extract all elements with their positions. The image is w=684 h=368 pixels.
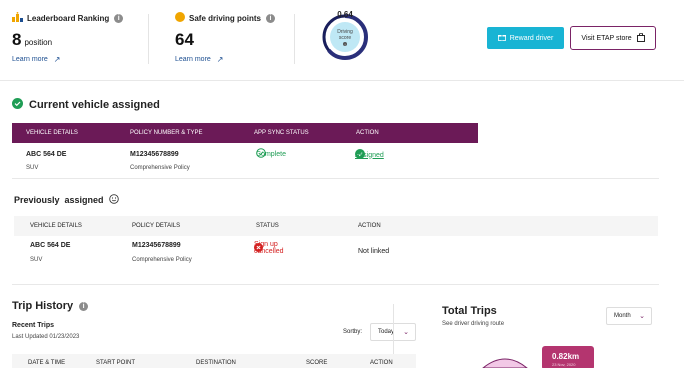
driving-score-label: Driving score	[337, 29, 353, 41]
vehicle-plate: ABC 564 DE	[30, 242, 71, 249]
visit-store-button[interactable]: Visit ETAP store	[570, 26, 656, 50]
column-header: DESTINATION	[196, 360, 236, 366]
divider	[148, 14, 149, 64]
table-row: ABC 564 DE SUV M12345678899 Comprehensiv…	[12, 148, 482, 179]
sortby-label: Sortby:	[343, 329, 363, 335]
podium-icon	[12, 12, 23, 24]
column-header: ACTION	[356, 130, 379, 136]
vehicle-type: SUV	[30, 257, 43, 263]
leaderboard-unit: position	[24, 38, 53, 47]
divider	[393, 304, 394, 354]
column-header: VEHICLE DETAILS	[30, 223, 82, 229]
gift-icon	[497, 33, 506, 43]
trip-table-header: DATE & TIME START POINT DESTINATION SCOR…	[12, 354, 416, 368]
driving-score-value: 0.64	[337, 10, 353, 19]
column-header: POLICY DETAILS	[132, 223, 181, 229]
safe-points-learn-more-link[interactable]: Learn more ↗	[175, 55, 275, 64]
last-updated: Last Updated 01/23/2023	[12, 334, 80, 340]
column-header: STATUS	[256, 223, 279, 229]
check-circle-icon	[12, 98, 23, 112]
divider	[0, 80, 684, 81]
column-header: START POINT	[96, 360, 136, 366]
previous-table-header: VEHICLE DETAILS POLICY DETAILS STATUS AC…	[14, 216, 658, 236]
column-header: ACTION	[358, 223, 381, 229]
info-icon[interactable]: i	[266, 13, 276, 23]
tooltip-date: 23 Nov, 2020	[552, 362, 576, 367]
tooltip-distance: 0.82km	[552, 352, 580, 361]
safe-points-label: Safe driving points	[189, 13, 262, 23]
leaderboard-learn-more-link[interactable]: Learn more ↗	[12, 55, 123, 64]
column-header: ACTION	[370, 360, 393, 366]
safe-points-stat: Safe driving points i 64 Learn more ↗	[175, 12, 276, 64]
column-header: VEHICLE DETAILS	[26, 130, 78, 136]
trip-history-title: Trip History i	[12, 300, 89, 312]
smiley-icon	[108, 194, 119, 206]
link-status: Not linked	[358, 248, 390, 255]
info-icon[interactable]: i	[114, 13, 124, 23]
divider	[294, 14, 295, 64]
divider	[12, 284, 659, 285]
coin-icon	[175, 12, 185, 24]
stats-header: Leaderboard Ranking i 8 position Learn mo…	[0, 0, 684, 80]
safe-points-value: 64	[175, 30, 194, 49]
policy-number: M12345678899	[130, 151, 179, 158]
total-trips-subtitle: See driver driving route	[442, 321, 505, 327]
driving-score-gauge: i 0.64 Driving score	[318, 10, 372, 64]
current-vehicle-title: Current vehicle assigned	[12, 98, 160, 112]
period-select[interactable]: Month ⌄	[606, 307, 652, 325]
vehicle-plate: ABC 564 DE	[26, 151, 67, 158]
policy-type: Comprehensive Policy	[130, 165, 190, 171]
column-header: SCORE	[306, 360, 328, 366]
leaderboard-stat: Leaderboard Ranking i 8 position Learn mo…	[12, 12, 124, 64]
column-header: DATE & TIME	[28, 360, 66, 366]
chevron-down-icon: ⌄	[639, 313, 645, 320]
trip-tooltip: 0.82km 23 Nov, 2020	[542, 346, 594, 368]
info-icon[interactable]: i	[79, 301, 89, 311]
vehicle-type: SUV	[26, 165, 39, 171]
leaderboard-label: Leaderboard Ranking	[27, 13, 110, 23]
column-header: APP SYNC STATUS	[254, 130, 309, 136]
arrow-up-right-icon: ↗	[216, 55, 224, 64]
leaderboard-value: 8	[12, 30, 22, 49]
table-row: ABC 564 DE SUV M12345678899 Comprehensiv…	[30, 241, 390, 263]
trips-chart-slice	[482, 358, 528, 368]
current-vehicle-table-header: VEHICLE DETAILS POLICY NUMBER & TYPE APP…	[12, 123, 478, 143]
policy-type: Comprehensive Policy	[132, 257, 192, 263]
reward-driver-button[interactable]: Reward driver	[487, 27, 564, 49]
chevron-down-icon: ⌄	[403, 329, 409, 336]
previously-assigned-title: Previously assigned	[14, 194, 119, 206]
column-header: POLICY NUMBER & TYPE	[130, 130, 203, 136]
recent-trips-label: Recent Trips	[12, 322, 55, 329]
shopping-bag-icon	[636, 32, 645, 44]
policy-number: M12345678899	[132, 242, 181, 249]
divider	[12, 178, 659, 179]
arrow-up-right-icon: ↗	[53, 55, 61, 64]
total-trips-title: Total Trips	[442, 305, 497, 317]
